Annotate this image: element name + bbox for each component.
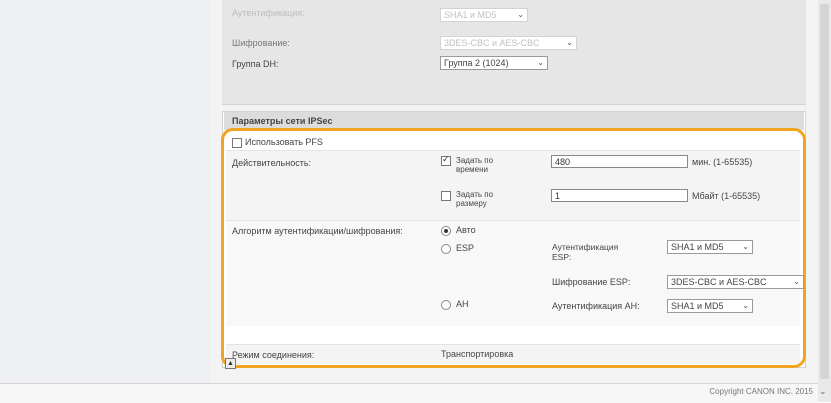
ah-auth-select[interactable]: SHA1 и MD5 ⌄ xyxy=(667,299,753,313)
ah-radio-label: AH xyxy=(456,299,469,309)
size-input[interactable]: 1 xyxy=(551,189,688,202)
auto-radio[interactable] xyxy=(441,226,451,236)
ah-auth-label: Аутентификация AH: xyxy=(552,301,640,311)
dh-group-select[interactable]: Группа 2 (1024) ⌄ xyxy=(440,56,548,70)
esp-encryption-select[interactable]: 3DES-CBC и AES-CBC ⌄ xyxy=(667,275,804,289)
set-by-time-label: Задать по времени xyxy=(456,156,494,174)
ah-radio[interactable] xyxy=(441,300,451,310)
connection-mode-value: Транспортировка xyxy=(441,349,514,359)
connection-mode-label: Режим соединения: xyxy=(232,350,315,360)
time-unit: мин. (1-65535) xyxy=(692,157,753,167)
validity-label: Действительность: xyxy=(232,158,312,168)
esp-auth-label: Аутентификация ESP: xyxy=(552,242,619,262)
chevron-down-icon: ⌄ xyxy=(517,10,524,19)
scrollbar-thumb[interactable] xyxy=(820,4,829,379)
use-pfs-checkbox[interactable] xyxy=(232,138,242,148)
size-unit: Мбайт (1-65535) xyxy=(692,191,761,201)
auth-label: Аутентификация: xyxy=(232,8,305,18)
auto-radio-label: Авто xyxy=(456,225,476,235)
copyright-text: Copyright CANON INC. 2015 xyxy=(709,387,813,396)
encryption-label: Шифрование: xyxy=(232,38,290,48)
set-by-time-checkbox[interactable] xyxy=(441,154,451,166)
esp-encryption-label: Шифрование ESP: xyxy=(552,277,631,287)
time-input[interactable]: 480 xyxy=(551,155,688,168)
chevron-down-icon: ⌄ xyxy=(566,38,573,47)
chevron-down-icon: ⌄ xyxy=(742,242,749,251)
left-navigation-pane xyxy=(0,0,210,383)
use-pfs-label: Использовать PFS xyxy=(245,137,323,147)
chevron-down-icon: ⌄ xyxy=(537,58,544,67)
chevron-down-icon: ⌄ xyxy=(742,301,749,310)
expand-icon[interactable]: ▲ xyxy=(225,358,236,369)
set-by-size-checkbox[interactable] xyxy=(441,191,451,201)
esp-auth-select[interactable]: SHA1 и MD5 ⌄ xyxy=(667,240,753,254)
set-by-size-label: Задать по размеру xyxy=(456,190,494,208)
algorithm-label: Алгоритм аутентификации/шифрования: xyxy=(232,226,403,236)
encryption-select[interactable]: 3DES-CBC и AES-CBC ⌄ xyxy=(440,36,577,50)
esp-radio-label: ESP xyxy=(456,243,475,253)
auth-select[interactable]: SHA1 и MD5 ⌄ xyxy=(440,8,528,22)
esp-radio[interactable] xyxy=(441,244,451,254)
chevron-down-icon: ⌄ xyxy=(793,277,800,286)
scroll-arrow-icon[interactable]: ⌄ xyxy=(819,386,827,397)
footer xyxy=(0,383,818,403)
dh-group-label: Группа DH: xyxy=(232,59,279,69)
